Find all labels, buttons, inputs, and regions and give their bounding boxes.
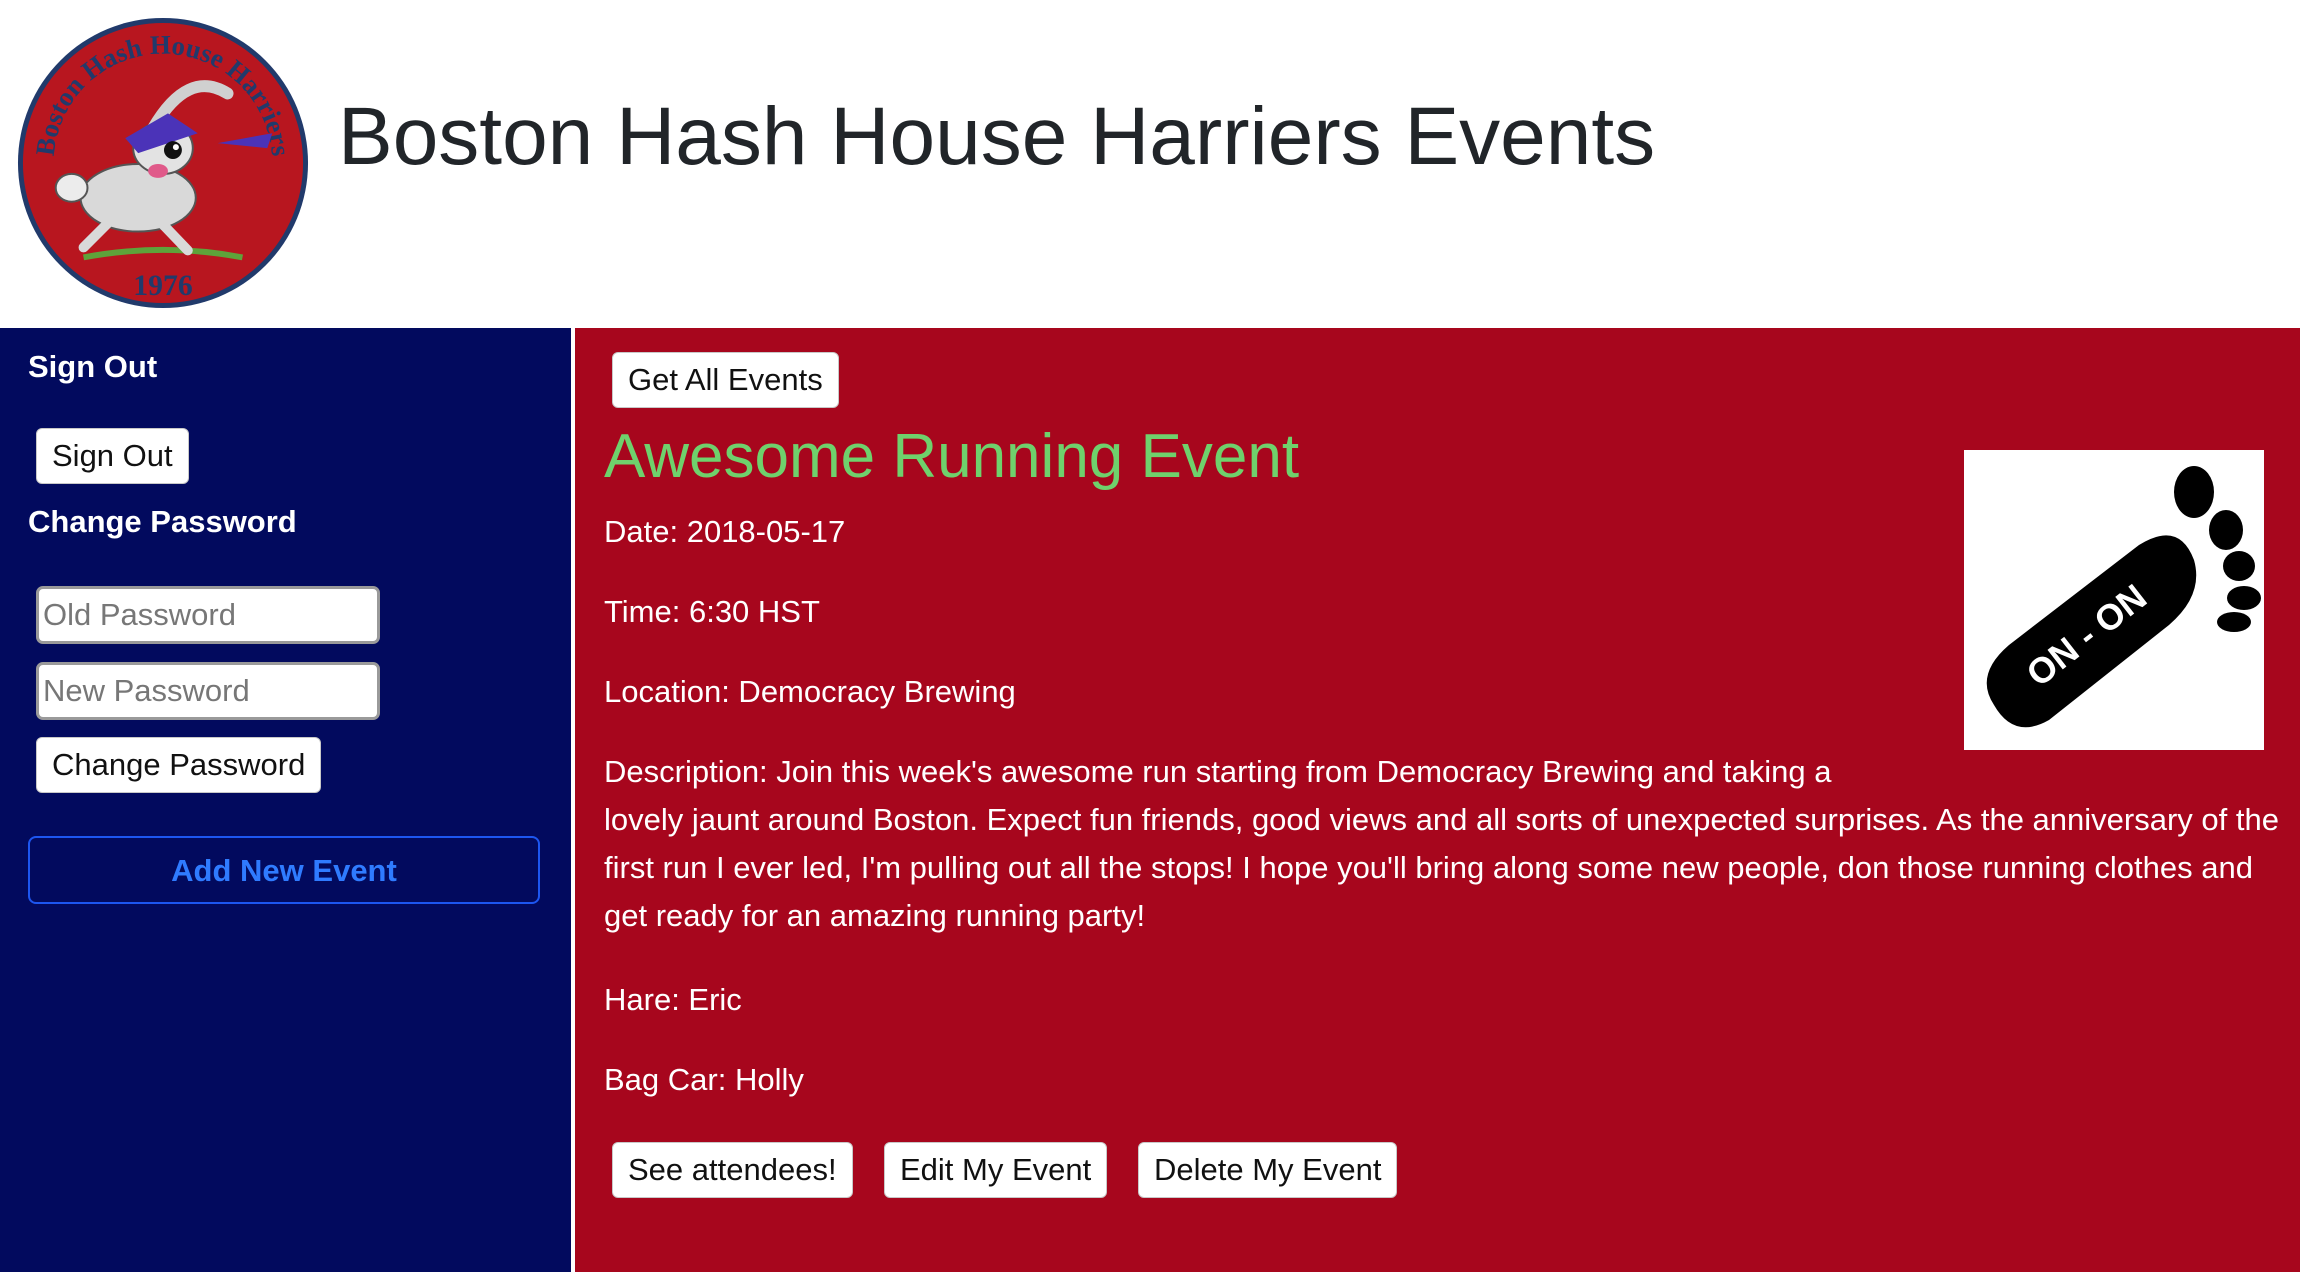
page-title: Boston Hash House Harriers Events xyxy=(338,91,1656,182)
event-date: Date: 2018-05-17 xyxy=(604,514,846,549)
sign-out-button[interactable]: Sign Out xyxy=(36,428,189,484)
event-description-text: Description: Join this week's awesome ru… xyxy=(604,754,2279,933)
event-title: Awesome Running Event xyxy=(604,422,1300,491)
event-time: Time: 6:30 HST xyxy=(604,594,820,629)
sidebar: Sign Out Sign Out Change Password Change… xyxy=(0,328,571,1272)
see-attendees-button[interactable]: See attendees! xyxy=(612,1142,853,1198)
logo-badge: Boston Hash House Harriers 1976 xyxy=(17,17,309,309)
old-password-field[interactable] xyxy=(36,586,380,644)
delete-event-button[interactable]: Delete My Event xyxy=(1138,1142,1398,1198)
change-password-button[interactable]: Change Password xyxy=(36,737,322,793)
new-password-field[interactable] xyxy=(36,662,380,720)
event-bag-car: Bag Car: Holly xyxy=(604,1062,804,1097)
event-image: ON - ON xyxy=(1964,450,2264,750)
get-all-events-button[interactable]: Get All Events xyxy=(612,352,839,408)
event-panel: Get All Events Awesome Running Event ON … xyxy=(575,328,2300,1272)
event-location: Location: Democracy Brewing xyxy=(604,674,1016,709)
edit-event-button[interactable]: Edit My Event xyxy=(884,1142,1108,1198)
event-description: Description: Join this week's awesome ru… xyxy=(604,748,2284,940)
sign-out-heading: Sign Out xyxy=(28,349,158,384)
add-new-event-button[interactable]: Add New Event xyxy=(28,836,540,904)
logo-year: 1976 xyxy=(133,269,193,302)
change-password-heading: Change Password xyxy=(28,504,297,539)
event-hare: Hare: Eric xyxy=(604,982,742,1017)
page-header: Boston Hash House Harriers 1976 Boston H… xyxy=(0,0,2300,328)
